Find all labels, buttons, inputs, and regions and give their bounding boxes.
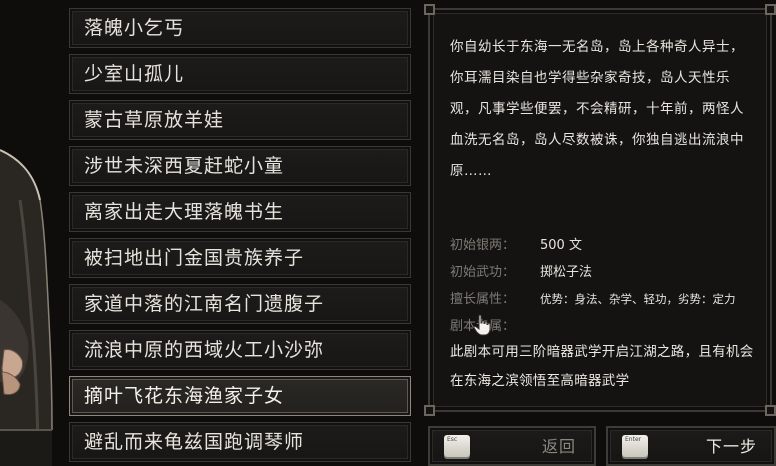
script-exclusive-text: 此剧本可用三阶暗器武学开启江湖之路，且有机会在东海之滨领悟至高暗器武学: [450, 344, 754, 389]
panel-corner-ornament: [765, 4, 776, 15]
origin-stats: 初始银两： 500 文 初始武功： 掷松子法 擅长属性： 优势：身法、杂学、轻功，劣势…: [450, 232, 762, 340]
origin-list: 落魄小乞丐少室山孤儿蒙古草原放羊娃 涉世未深西夏赶蛇小童 离家出走大理落魄书生 被扫地…: [69, 8, 411, 466]
origin-description-panel: 你自幼长于东海一无名岛，岛上各种奇人异士，你耳濡目染自也学得些杂家奇技，岛人天性…: [424, 4, 776, 416]
initial-skill-value: 掷松子法: [540, 265, 593, 280]
specialty-attributes-row: 擅长属性： 优势：身法、杂学、轻功，劣势：定力: [450, 286, 762, 313]
character-portrait: [0, 0, 60, 466]
panel-corner-ornament: [765, 405, 776, 416]
script-exclusive-row: 剧本专属：: [450, 313, 762, 340]
origin-option[interactable]: 少室山孤儿: [69, 54, 411, 94]
next-button[interactable]: Enter 下一步: [606, 426, 776, 466]
panel-corner-ornament: [424, 4, 435, 15]
keycap-icon: Enter: [622, 435, 648, 457]
origin-option[interactable]: 涉世未深西夏赶蛇小童: [69, 146, 411, 186]
initial-silver-value: 500 文: [540, 238, 582, 253]
initial-silver-label: 初始银两：: [450, 238, 516, 253]
origin-option[interactable]: 离家出走大理落魄书生: [69, 192, 411, 232]
origin-option[interactable]: 摘叶飞花东海渔家子女: [69, 376, 411, 416]
keycap-icon: Esc: [444, 435, 470, 457]
initial-skill-row: 初始武功： 掷松子法: [450, 259, 762, 286]
initial-silver-row: 初始银两： 500 文: [450, 232, 762, 259]
script-exclusive-label: 剧本专属：: [450, 313, 540, 340]
back-button-label: 返回: [542, 437, 577, 456]
back-button[interactable]: Esc 返回: [428, 426, 596, 466]
origin-option[interactable]: 被扫地出门金国贵族养子: [69, 238, 411, 278]
specialty-attributes-value: 优势：身法、杂学、轻功，劣势：定力: [540, 292, 736, 306]
initial-skill-label: 初始武功：: [450, 265, 516, 280]
origin-story-text: 你自幼长于东海一无名岛，岛上各种奇人异士，你耳濡目染自也学得些杂家奇技，岛人天性…: [450, 39, 744, 179]
hand-pointer-icon: [473, 314, 493, 336]
origin-option[interactable]: 流浪中原的西域火工小沙弥: [69, 330, 411, 370]
panel-corner-ornament: [424, 405, 435, 416]
origin-option[interactable]: 避乱而来龟兹国跑调琴师: [69, 422, 411, 462]
origin-option[interactable]: 家道中落的江南名门遗腹子: [69, 284, 411, 324]
origin-option[interactable]: 落魄小乞丐: [69, 8, 411, 48]
specialty-attributes-label: 擅长属性：: [450, 292, 516, 307]
game-screen: 落魄小乞丐少室山孤儿蒙古草原放羊娃 涉世未深西夏赶蛇小童 离家出走大理落魄书生 被扫地…: [0, 0, 776, 466]
origin-option[interactable]: 蒙古草原放羊娃: [69, 100, 411, 140]
next-button-label: 下一步: [706, 437, 758, 456]
